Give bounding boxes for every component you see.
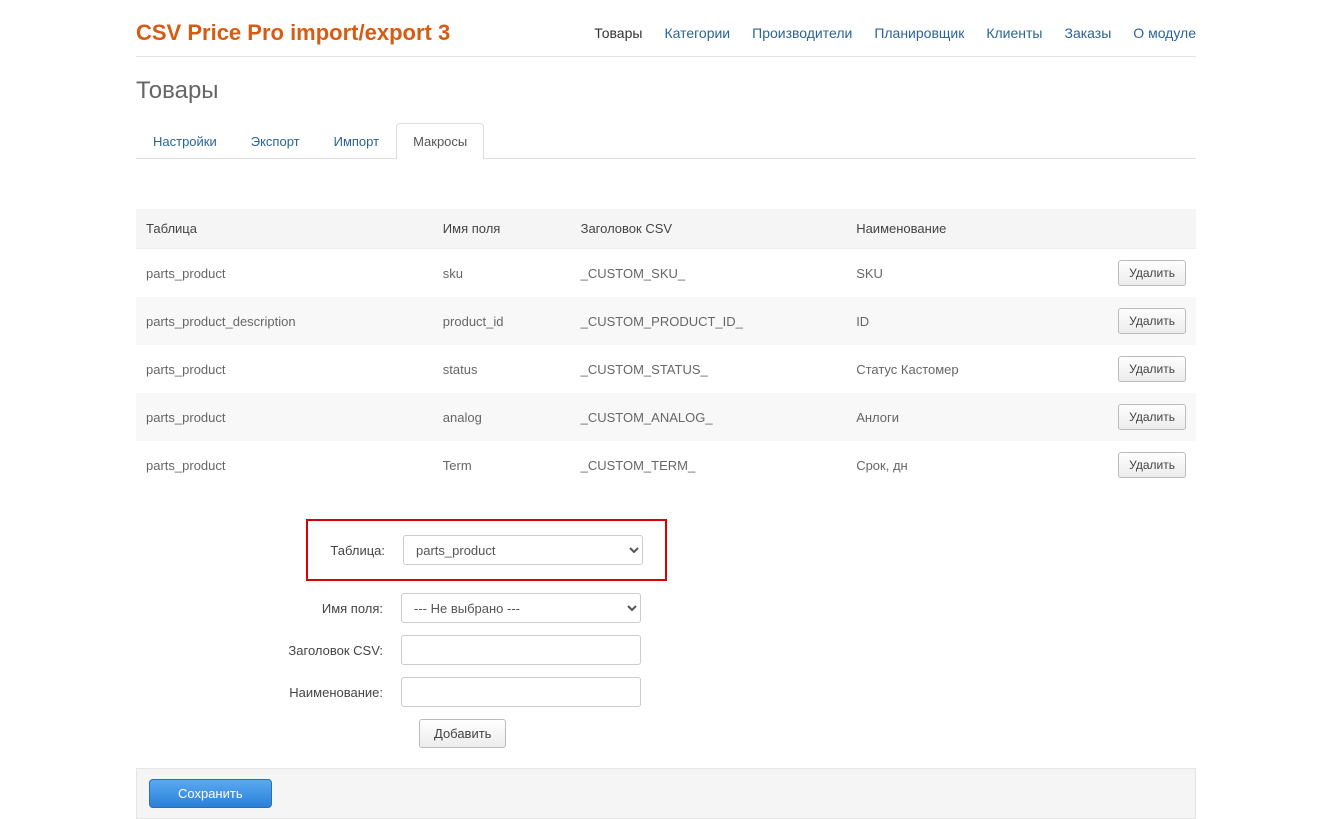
- select-field[interactable]: --- Не выбрано ---: [401, 593, 641, 623]
- label-name: Наименование:: [136, 685, 401, 700]
- add-button[interactable]: Добавить: [419, 719, 506, 748]
- cell-name: ID: [846, 297, 1079, 345]
- table-row: parts_productanalog_CUSTOM_ANALOG_Анлоги…: [136, 393, 1196, 441]
- col-table: Таблица: [136, 209, 433, 249]
- nav-orders[interactable]: Заказы: [1065, 25, 1112, 41]
- label-table: Таблица:: [308, 543, 403, 558]
- cell-csv: _CUSTOM_PRODUCT_ID_: [571, 297, 847, 345]
- save-button[interactable]: Сохранить: [149, 779, 272, 808]
- header: CSV Price Pro import/export 3 Товары Кат…: [136, 20, 1196, 57]
- cell-name: Анлоги: [846, 393, 1079, 441]
- tabs: Настройки Экспорт Импорт Макросы: [136, 123, 1196, 159]
- cell-csv: _CUSTOM_ANALOG_: [571, 393, 847, 441]
- cell-field: analog: [433, 393, 571, 441]
- col-csv: Заголовок CSV: [571, 209, 847, 249]
- table-row: parts_product_descriptionproduct_id_CUST…: [136, 297, 1196, 345]
- tab-import[interactable]: Импорт: [317, 123, 396, 159]
- table-row: parts_productstatus_CUSTOM_STATUS_Статус…: [136, 345, 1196, 393]
- macros-table: Таблица Имя поля Заголовок CSV Наименова…: [136, 209, 1196, 489]
- nav-products[interactable]: Товары: [594, 25, 642, 41]
- col-actions: [1079, 209, 1196, 249]
- delete-button[interactable]: Удалить: [1118, 452, 1186, 478]
- tab-settings[interactable]: Настройки: [136, 123, 234, 159]
- table-row: parts_productTerm_CUSTOM_TERM_Срок, дн Уд…: [136, 441, 1196, 489]
- select-table[interactable]: parts_product: [403, 535, 643, 565]
- delete-button[interactable]: Удалить: [1118, 404, 1186, 430]
- nav-categories[interactable]: Категории: [664, 25, 730, 41]
- table-row: parts_productsku_CUSTOM_SKU_SKU Удалить: [136, 249, 1196, 298]
- delete-button[interactable]: Удалить: [1118, 356, 1186, 382]
- highlight-table-row: Таблица: parts_product: [306, 519, 667, 581]
- cell-field: product_id: [433, 297, 571, 345]
- tab-macros[interactable]: Макросы: [396, 123, 484, 159]
- cell-table: parts_product: [136, 441, 433, 489]
- nav-about[interactable]: О модуле: [1133, 25, 1196, 41]
- add-form: Таблица: parts_product Имя поля: --- Не …: [136, 519, 1196, 748]
- footer-bar: Сохранить: [136, 768, 1196, 819]
- cell-field: sku: [433, 249, 571, 298]
- cell-field: Term: [433, 441, 571, 489]
- nav-scheduler[interactable]: Планировщик: [874, 25, 964, 41]
- cell-field: status: [433, 345, 571, 393]
- cell-csv: _CUSTOM_TERM_: [571, 441, 847, 489]
- cell-csv: _CUSTOM_SKU_: [571, 249, 847, 298]
- nav-manufacturers[interactable]: Производители: [752, 25, 852, 41]
- cell-name: SKU: [846, 249, 1079, 298]
- cell-name: Статус Кастомер: [846, 345, 1079, 393]
- app-title: CSV Price Pro import/export 3: [136, 20, 450, 46]
- label-field: Имя поля:: [136, 601, 401, 616]
- page-title: Товары: [136, 77, 1196, 105]
- main-nav: Товары Категории Производители Планировщ…: [594, 25, 1196, 41]
- cell-name: Срок, дн: [846, 441, 1079, 489]
- input-name[interactable]: [401, 677, 641, 707]
- input-csv[interactable]: [401, 635, 641, 665]
- tab-export[interactable]: Экспорт: [234, 123, 317, 159]
- label-csv: Заголовок CSV:: [136, 643, 401, 658]
- cell-table: parts_product: [136, 249, 433, 298]
- nav-clients[interactable]: Клиенты: [986, 25, 1042, 41]
- cell-table: parts_product: [136, 345, 433, 393]
- delete-button[interactable]: Удалить: [1118, 308, 1186, 334]
- cell-csv: _CUSTOM_STATUS_: [571, 345, 847, 393]
- cell-table: parts_product: [136, 393, 433, 441]
- delete-button[interactable]: Удалить: [1118, 260, 1186, 286]
- cell-table: parts_product_description: [136, 297, 433, 345]
- col-name: Наименование: [846, 209, 1079, 249]
- col-field: Имя поля: [433, 209, 571, 249]
